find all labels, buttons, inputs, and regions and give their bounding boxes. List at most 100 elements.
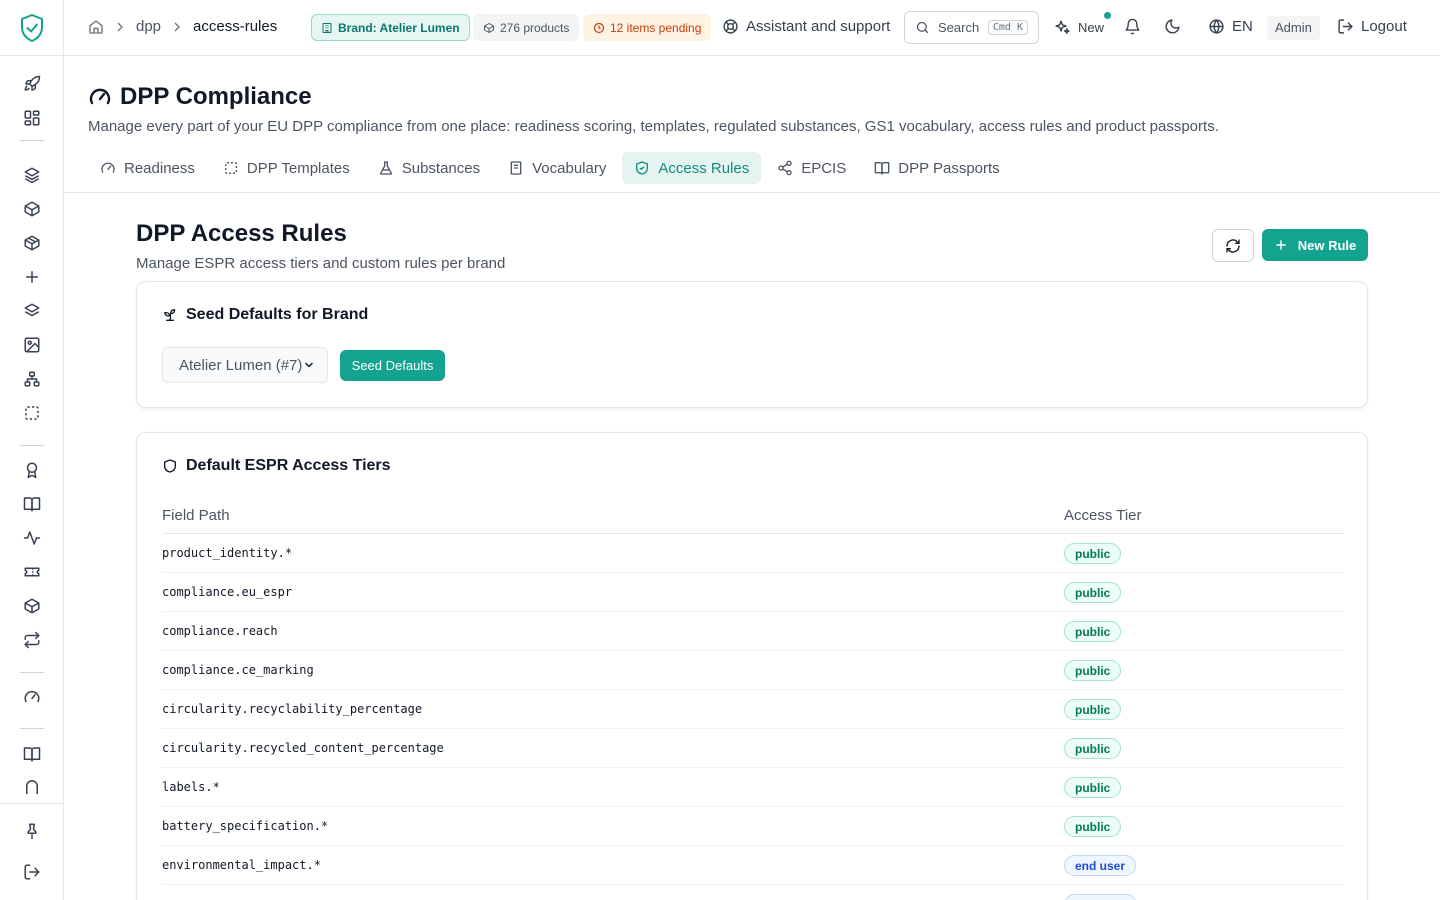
sprout-icon [162,307,178,323]
table-row[interactable]: compliance.eu_espr public [162,573,1344,612]
sparkles-icon [1054,19,1071,36]
repeat-icon[interactable] [22,630,42,650]
table-row[interactable] [162,885,1344,900]
seed-card-title-text: Seed Defaults for Brand [186,306,369,323]
arch-icon[interactable] [22,776,42,796]
hierarchy-icon[interactable] [22,369,42,389]
refresh-button[interactable] [1212,229,1254,262]
open-book-icon [874,160,890,176]
access-tier-badge: public [1064,543,1122,564]
stack-icon[interactable] [22,301,42,321]
flask-icon [378,160,394,176]
table-row[interactable]: environmental_impact.* end user [162,846,1344,885]
logout-label: Logout [1361,18,1407,35]
ticket-icon[interactable] [22,562,42,582]
new-rule-button[interactable]: New Rule [1262,229,1368,261]
access-tier-badge: public [1064,582,1122,603]
tab-readiness[interactable]: Readiness [88,152,207,184]
layers-icon[interactable] [22,165,42,185]
table-row[interactable]: compliance.reach public [162,612,1344,651]
access-tier-badge [1064,894,1137,900]
tab-label: Vocabulary [532,159,607,177]
activity-icon[interactable] [22,528,42,548]
seed-defaults-button[interactable]: Seed Defaults [340,350,445,381]
building-icon [321,22,333,34]
assistant-support-label: Assistant and support [746,18,891,35]
language-button[interactable]: EN [1208,18,1253,35]
table-row[interactable]: circularity.recyclability_percentage publ… [162,690,1344,729]
shield-icon [162,458,178,474]
field-path-cell: environmental_impact.* [162,858,321,872]
table-row[interactable]: battery_specification.* public [162,807,1344,846]
table-row[interactable]: circularity.recycled_content_percentage p… [162,729,1344,768]
image-icon[interactable] [22,335,42,355]
gauge-icon[interactable] [22,687,42,707]
tab-access-rules[interactable]: Access Rules [622,152,762,184]
breadcrumb-link[interactable]: dpp [136,18,161,35]
role-badge: Admin [1267,16,1320,40]
shield-logo-icon[interactable] [19,13,45,43]
sign-out-icon[interactable] [22,862,42,882]
field-path-cell: compliance.reach [162,624,278,638]
brand-badge[interactable]: Brand: Atelier Lumen [311,14,470,41]
tab-substances[interactable]: Substances [366,152,492,184]
tab-label: Substances [401,159,481,177]
breadcrumb-current: access-rules [193,18,278,35]
products-count-label: 276 products [500,20,570,35]
tab-label: DPP Templates [246,159,350,177]
field-path-cell: compliance.ce_marking [162,663,314,677]
tab-epcis[interactable]: EPCIS [765,152,858,184]
tiers-card-title: Default ESPR Access Tiers [162,457,391,475]
globe-icon [1208,18,1225,35]
lifebuoy-icon [722,18,739,35]
access-tier-badge: public [1064,816,1122,837]
products-count-badge[interactable]: 276 products [473,14,580,41]
pending-items-badge[interactable]: 12 items pending [583,14,712,41]
search-icon [915,20,930,35]
field-path-cell: circularity.recycled_content_percentage [162,741,444,755]
home-icon[interactable] [88,19,104,35]
assistant-support-button[interactable]: Assistant and support [722,18,890,35]
package-icon[interactable] [22,233,42,253]
dashed-square-icon [223,160,239,176]
bell-icon[interactable] [1124,18,1141,35]
search-button[interactable]: Search Cmd K [904,11,1039,44]
table-row[interactable]: compliance.ce_marking public [162,651,1344,690]
tab-dpp-passports[interactable]: DPP Passports [862,152,1011,184]
tab-label: DPP Passports [898,159,1000,177]
table-row[interactable]: product_identity.* public [162,534,1344,573]
award-icon[interactable] [22,460,42,480]
table-row[interactable]: labels.* public [162,768,1344,807]
page-title: DPP Compliance [88,83,312,111]
moon-icon[interactable] [1164,18,1181,35]
seed-card-title: Seed Defaults for Brand [162,306,368,324]
new-indicator-dot [1104,12,1111,19]
field-path-cell: labels.* [162,780,220,794]
rocket-icon[interactable] [22,74,42,94]
breadcrumb: dpp access-rules [88,18,277,35]
brand-select-value: Atelier Lumen (#7) [179,356,303,374]
plus-icon [1274,238,1288,252]
book-icon[interactable] [22,744,42,764]
refresh-icon [1225,238,1241,254]
access-tier-badge: public [1064,621,1122,642]
brand-badge-label: Brand: Atelier Lumen [338,20,460,35]
field-path-cell: circularity.recyclability_percentage [162,702,423,716]
brand-select[interactable]: Atelier Lumen (#7) [162,347,328,383]
pin-icon[interactable] [22,821,42,841]
tab-vocabulary[interactable]: Vocabulary [496,152,618,184]
box-icon[interactable] [22,199,42,219]
plus-icon[interactable] [22,267,42,287]
tab-dpp-templates[interactable]: DPP Templates [211,152,362,184]
package-check-icon[interactable] [22,596,42,616]
share-icon [777,160,793,176]
dashboard-icon[interactable] [22,108,42,128]
page-description: Manage every part of your EU DPP complia… [88,118,1219,135]
sidebar [0,0,64,900]
new-label: New [1078,20,1105,35]
new-button[interactable]: New [1054,19,1104,36]
sidebar-divider [20,672,44,673]
open-book-icon[interactable] [22,494,42,514]
logout-button[interactable]: Logout [1337,18,1407,35]
dashed-square-icon[interactable] [22,403,42,423]
